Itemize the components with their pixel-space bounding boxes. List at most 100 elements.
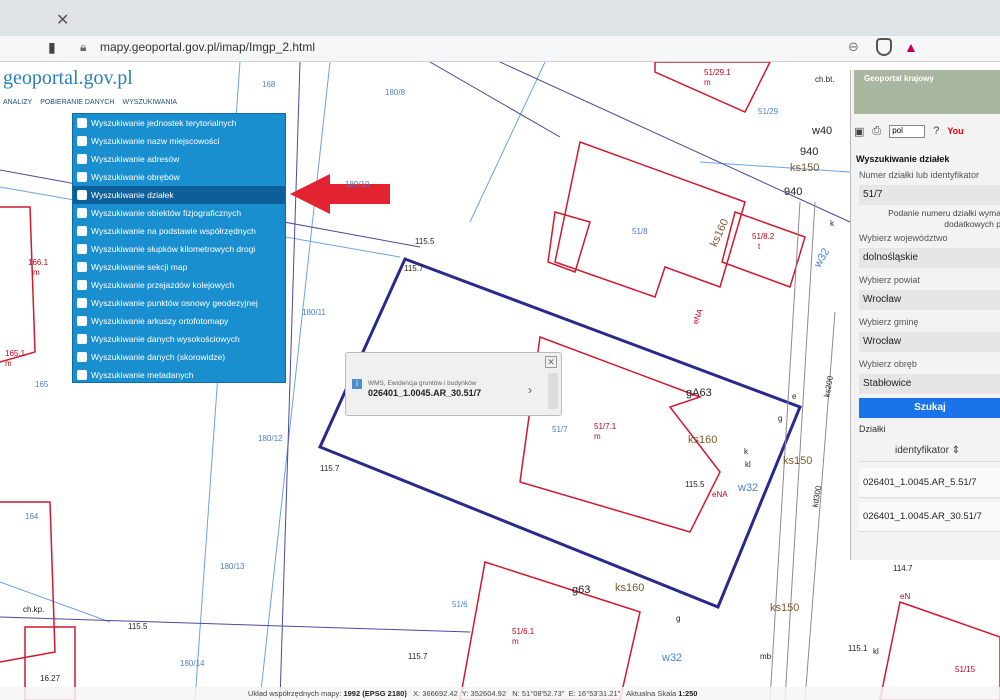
overview-map[interactable]: Geoportal krajowy xyxy=(854,70,1000,114)
logo-text: geoportal.gov.pl xyxy=(3,67,133,89)
dd-label: Wyszukiwanie jednostek terytorialnych xyxy=(91,118,237,128)
language-select[interactable]: pol xyxy=(889,124,926,138)
menu-analizy[interactable]: ANALIZY xyxy=(0,97,35,111)
menu-pobieranie-danych[interactable]: POBIERANIE DANYCH xyxy=(37,97,117,111)
number-hint: Podanie numeru działki wyma dodatkowych … xyxy=(888,208,1000,229)
popup-source: WMS, Ewidencja gruntów i budynków xyxy=(368,380,477,387)
parcel-number-input[interactable]: 51/7 xyxy=(859,185,1000,205)
crs-value: 1992 (EPSG 2180) xyxy=(343,689,407,698)
map-symbol-k: k xyxy=(830,219,834,228)
help-icon[interactable]: ? xyxy=(933,125,939,137)
search-button[interactable]: Szukaj xyxy=(859,398,1000,418)
address-icon xyxy=(77,154,87,164)
brave-shield-icon[interactable] xyxy=(876,38,892,56)
number-label: Numer działki lub identyfikator xyxy=(859,170,980,180)
building-label: 165.1 xyxy=(5,349,26,358)
building-label: 51/29.1 xyxy=(704,68,731,77)
commune-label: Wybierz gminę xyxy=(859,317,919,327)
dd-miejscowosci[interactable]: Wyszukiwanie nazw miejscowości xyxy=(73,132,285,150)
orthophoto-icon xyxy=(77,316,87,326)
table-header-identyfikator[interactable]: identyfikator ⇕ xyxy=(859,440,1000,462)
parcel-icon xyxy=(77,190,87,200)
parcel-label: 180/11 xyxy=(302,308,326,317)
elevation-label: 115.5 xyxy=(128,622,148,631)
dd-label: Wyszukiwanie obiektów fizjograficznych xyxy=(91,208,242,218)
popup-parcel-id[interactable]: 026401_1.0045.AR_30.51/7 xyxy=(368,388,481,398)
url-text[interactable]: mapy.geoportal.gov.pl/imap/Imgp_2.html xyxy=(100,40,315,54)
precinct-label: Wybierz obręb xyxy=(859,359,917,369)
line-label: 940 xyxy=(784,186,803,198)
save-icon[interactable]: ▣ xyxy=(854,125,864,138)
elevation-label: 115.1 xyxy=(848,644,868,653)
map-symbol-g: g xyxy=(676,614,681,623)
dd-fizjograficzne[interactable]: Wyszukiwanie obiektów fizjograficznych xyxy=(73,204,285,222)
building-label: 51/15 xyxy=(955,665,976,674)
dd-jednostki[interactable]: Wyszukiwanie jednostek terytorialnych xyxy=(73,114,285,132)
elevation-label: 115.7 xyxy=(404,264,424,273)
precinct-icon xyxy=(77,172,87,182)
rewards-icon[interactable]: ▲ xyxy=(904,39,918,55)
scale-value: 1:250 xyxy=(678,689,698,698)
elevation-label: 115.5 xyxy=(415,237,435,246)
sewer-label: ks160 xyxy=(615,582,645,594)
sewer-label: ks150 xyxy=(770,602,800,614)
parcel-label: 51/29 xyxy=(758,107,779,116)
youtube-icon[interactable]: You xyxy=(947,126,963,136)
elevation-label: 16.27 xyxy=(40,674,61,683)
popup-scrollbar[interactable] xyxy=(548,373,558,409)
map-symbol-kl: kl xyxy=(745,460,751,469)
dd-ortofotomapy[interactable]: Wyszukiwanie arkuszy ortofotomapy xyxy=(73,312,285,330)
dd-skorowidze[interactable]: Wyszukiwanie danych (skorowidze) xyxy=(73,348,285,366)
dd-label: Wyszukiwanie adresów xyxy=(91,154,180,164)
metadata-icon xyxy=(77,370,87,380)
water-line-label: w32 xyxy=(662,652,683,664)
lat-coord: N: 51°08'52.73" xyxy=(512,689,565,698)
chevron-right-icon[interactable]: › xyxy=(528,383,532,397)
utility-label: eN xyxy=(900,592,911,601)
precinct-select[interactable]: Stabłowice xyxy=(859,374,1000,394)
voivodeship-select[interactable]: dolnośląskie xyxy=(859,248,1000,268)
geoportal-logo[interactable]: geoportal.gov.pl xyxy=(3,67,133,90)
dd-sekcje[interactable]: Wyszukiwanie sekcji map xyxy=(73,258,285,276)
milestone-icon xyxy=(77,244,87,254)
sewer-label: ks150 xyxy=(790,162,820,174)
dd-obreby[interactable]: Wyszukiwanie obrębów xyxy=(73,168,285,186)
dd-adresy[interactable]: Wyszukiwanie adresów xyxy=(73,150,285,168)
parcel-search-panel: Geoportal krajowy ▣ ⎙ pol ? You Wyszukiw… xyxy=(850,70,1000,560)
building-flag: m xyxy=(704,78,711,87)
dd-dzialki[interactable]: Wyszukiwanie działek xyxy=(73,186,285,204)
result-row[interactable]: 026401_1.0045.AR_5.51/7 xyxy=(859,468,1000,498)
dd-metadane[interactable]: Wyszukiwanie metadanych xyxy=(73,366,285,384)
dd-wysokosciowe[interactable]: Wyszukiwanie danych wysokościowych xyxy=(73,330,285,348)
utility-label: eNA xyxy=(712,490,728,499)
close-tab-icon[interactable]: ✕ xyxy=(56,10,69,30)
zoom-icon[interactable]: ⊖ xyxy=(848,39,859,55)
bookmark-icon[interactable]: ▮ xyxy=(48,39,56,56)
geodetic-point-icon xyxy=(77,298,87,308)
print-icon[interactable]: ⎙ xyxy=(872,125,881,138)
dd-wspolrzedne[interactable]: Wyszukiwanie na podstawie współrzędnych xyxy=(73,222,285,240)
result-row[interactable]: 026401_1.0045.AR_30.51/7 xyxy=(859,502,1000,532)
dd-przejazdy[interactable]: Wyszukiwanie przejazdów kolejowych xyxy=(73,276,285,294)
menu-wyszukiwania[interactable]: WYSZUKIWANIA xyxy=(119,97,180,111)
parcel-label: 180/8 xyxy=(385,88,406,97)
search-dropdown: Wyszukiwanie jednostek terytorialnych Wy… xyxy=(72,113,286,383)
map-view[interactable]: 168 180/8 180/10 180/11 180/12 180/13 18… xyxy=(0,62,1000,700)
county-select[interactable]: Wrocław xyxy=(859,290,1000,310)
parcel-label: 180/13 xyxy=(220,562,245,571)
map-symbol-mb: mb xyxy=(760,652,772,661)
address-bar[interactable]: ▮ 🔒︎ mapy.geoportal.gov.pl/imap/Imgp_2.h… xyxy=(0,36,1000,62)
building-flag: m xyxy=(5,359,12,368)
dd-label: Wyszukiwanie działek xyxy=(91,190,174,200)
coordinates-icon xyxy=(77,226,87,236)
commune-select[interactable]: Wrocław xyxy=(859,332,1000,352)
dd-osnowa[interactable]: Wyszukiwanie punktów osnowy geodezyjnej xyxy=(73,294,285,312)
dd-label: Wyszukiwanie obrębów xyxy=(91,172,180,182)
building-label: 51/8.2 xyxy=(752,232,775,241)
sewer-label: ks150 xyxy=(783,455,813,467)
map-symbol-e: e xyxy=(792,392,797,401)
crs-label: Układ współrzędnych mapy: xyxy=(248,689,342,698)
gas-line-label: g63 xyxy=(572,584,591,596)
dd-slupki[interactable]: Wyszukiwanie słupków kilometrowych drogi xyxy=(73,240,285,258)
close-icon[interactable]: ✕ xyxy=(545,356,557,368)
